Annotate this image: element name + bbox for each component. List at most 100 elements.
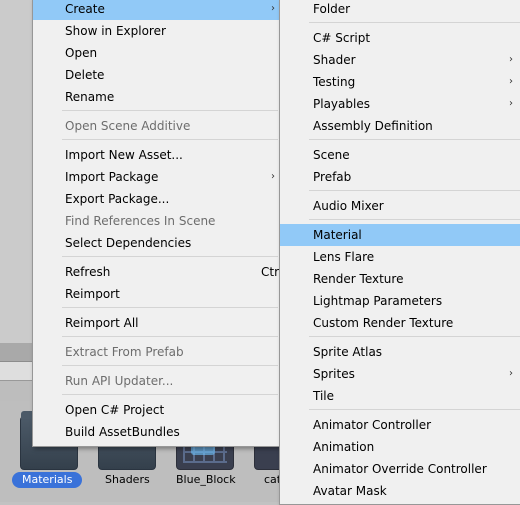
menu-separator (309, 139, 520, 140)
menu-item-label: Export Package... (65, 192, 170, 206)
menu-separator (309, 336, 520, 337)
menu-separator (309, 219, 520, 220)
submenu-item-scene[interactable]: Scene (280, 144, 520, 166)
menu-item-show-in-explorer[interactable]: Show in Explorer (33, 20, 279, 42)
submenu-item-animator-controller[interactable]: Animator Controller (280, 414, 520, 436)
menu-item-run-api-updater: Run API Updater... (33, 370, 279, 392)
menu-item-reimport[interactable]: Reimport (33, 283, 279, 305)
menu-item-label: Shader (313, 53, 356, 67)
menu-item-label: Material (313, 228, 362, 242)
submenu-item-sprite-atlas[interactable]: Sprite Atlas (280, 341, 520, 363)
context-menu: Create › Show in Explorer Open Delete Re… (32, 0, 301, 447)
menu-item-label: Testing (313, 75, 356, 89)
submenu-item-shader[interactable]: Shader › (280, 49, 520, 71)
asset-label-shaders[interactable]: Shaders (105, 472, 150, 488)
menu-item-label: Select Dependencies (65, 236, 192, 250)
menu-separator (62, 110, 278, 111)
submenu-item-folder[interactable]: Folder (280, 0, 520, 20)
menu-item-label: Delete (65, 68, 105, 82)
menu-separator (309, 409, 520, 410)
menu-separator (309, 190, 520, 191)
menu-item-label: Run API Updater... (65, 374, 174, 388)
menu-item-label: Render Texture (313, 272, 404, 286)
menu-item-select-dependencies[interactable]: Select Dependencies (33, 232, 279, 254)
menu-item-label: Lightmap Parameters (313, 294, 443, 308)
menu-item-label: Import New Asset... (65, 148, 183, 162)
menu-item-label: C# Script (313, 31, 371, 45)
submenu-item-animator-override-controller[interactable]: Animator Override Controller (280, 458, 520, 480)
asset-label-materials[interactable]: Materials (12, 472, 83, 488)
menu-item-delete[interactable]: Delete (33, 64, 279, 86)
menu-item-label: Create (65, 2, 105, 16)
chevron-right-icon: › (271, 171, 275, 182)
menu-item-label: Reimport (65, 287, 120, 301)
menu-item-label: Avatar Mask (313, 484, 387, 498)
menu-item-label: Scene (313, 148, 350, 162)
menu-separator (62, 394, 278, 395)
menu-item-label: Custom Render Texture (313, 316, 454, 330)
menu-item-label: Open Scene Additive (65, 119, 191, 133)
submenu-item-custom-render-texture[interactable]: Custom Render Texture (280, 312, 520, 334)
menu-item-import-package[interactable]: Import Package › (33, 166, 279, 188)
menu-item-reimport-all[interactable]: Reimport All (33, 312, 279, 334)
chevron-right-icon: › (509, 54, 513, 65)
menu-item-label: Extract From Prefab (65, 345, 184, 359)
submenu-item-prefab[interactable]: Prefab (280, 166, 520, 188)
menu-separator (62, 139, 278, 140)
menu-item-open-csharp-project[interactable]: Open C# Project (33, 399, 279, 421)
menu-item-rename[interactable]: Rename (33, 86, 279, 108)
menu-item-label: Sprite Atlas (313, 345, 383, 359)
menu-item-label: Refresh (65, 265, 111, 279)
submenu-item-testing[interactable]: Testing › (280, 71, 520, 93)
submenu-item-assembly-definition[interactable]: Assembly Definition (280, 115, 520, 137)
menu-separator (62, 256, 278, 257)
menu-item-label: Prefab (313, 170, 352, 184)
submenu-item-csharp-script[interactable]: C# Script (280, 27, 520, 49)
menu-item-label: Assembly Definition (313, 119, 433, 133)
menu-item-refresh[interactable]: Refresh Ctrl+R (33, 261, 301, 283)
menu-item-label: Build AssetBundles (65, 425, 180, 439)
menu-item-open-scene-additive: Open Scene Additive (33, 115, 279, 137)
submenu-item-playables[interactable]: Playables › (280, 93, 520, 115)
submenu-item-animation[interactable]: Animation (280, 436, 520, 458)
menu-item-label: Show in Explorer (65, 24, 166, 38)
submenu-item-material[interactable]: Material (280, 224, 520, 246)
menu-item-extract-from-prefab: Extract From Prefab (33, 341, 279, 363)
menu-item-import-new-asset[interactable]: Import New Asset... (33, 144, 279, 166)
asset-label-blue-block[interactable]: Blue_Block (176, 472, 236, 488)
menu-item-label: Folder (313, 2, 351, 16)
menu-item-label: Open (65, 46, 98, 60)
menu-item-open[interactable]: Open (33, 42, 279, 64)
submenu-item-lightmap-parameters[interactable]: Lightmap Parameters (280, 290, 520, 312)
chevron-right-icon: › (509, 98, 513, 109)
menu-item-label: Reimport All (65, 316, 139, 330)
chevron-right-icon: › (271, 3, 275, 14)
submenu-item-audio-mixer[interactable]: Audio Mixer (280, 195, 520, 217)
menu-item-export-package[interactable]: Export Package... (33, 188, 279, 210)
menu-item-label: Open C# Project (65, 403, 165, 417)
menu-item-label: Audio Mixer (313, 199, 384, 213)
submenu-item-tile[interactable]: Tile (280, 385, 520, 407)
menu-item-label: Import Package (65, 170, 159, 184)
submenu-item-avatar-mask[interactable]: Avatar Mask (280, 480, 520, 502)
chevron-right-icon: › (509, 368, 513, 379)
menu-item-label: Animator Controller (313, 418, 432, 432)
submenu-item-render-texture[interactable]: Render Texture (280, 268, 520, 290)
menu-item-label: Rename (65, 90, 115, 104)
menu-item-label: Tile (313, 389, 335, 403)
menu-separator (309, 22, 520, 23)
menu-item-find-references: Find References In Scene (33, 210, 279, 232)
menu-item-label: Sprites (313, 367, 355, 381)
submenu-item-lens-flare[interactable]: Lens Flare (280, 246, 520, 268)
menu-item-create[interactable]: Create › (33, 0, 279, 20)
menu-separator (62, 365, 278, 366)
menu-item-label: Lens Flare (313, 250, 375, 264)
menu-item-build-assetbundles[interactable]: Build AssetBundles (33, 421, 279, 443)
menu-item-label: Playables (313, 97, 370, 111)
menu-item-label: Animator Override Controller (313, 462, 487, 476)
create-submenu: Folder C# Script Shader › Testing › Play… (279, 0, 520, 505)
menu-separator (62, 307, 278, 308)
menu-separator (62, 336, 278, 337)
menu-item-label: Find References In Scene (65, 214, 216, 228)
submenu-item-sprites[interactable]: Sprites › (280, 363, 520, 385)
